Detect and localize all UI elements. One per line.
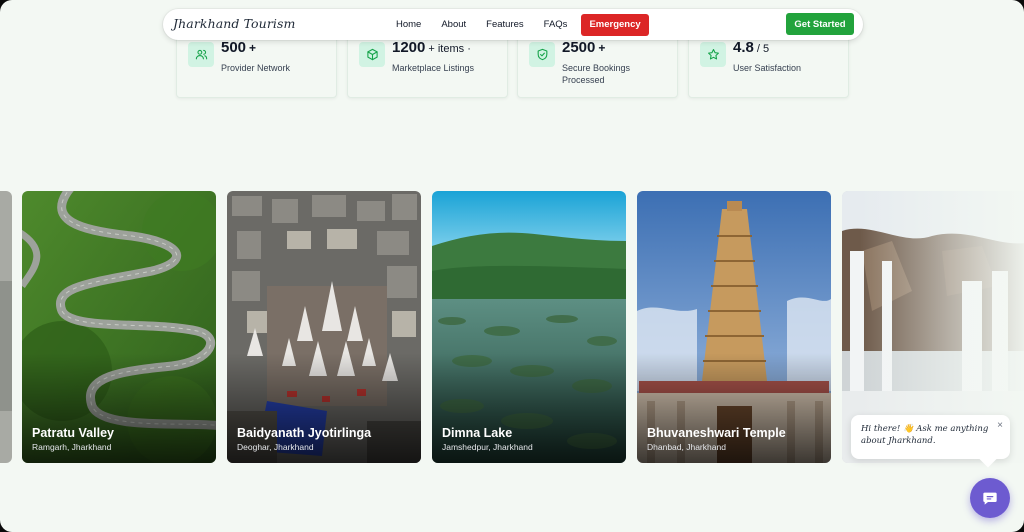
page: Jharkhand Tourism Home About Features FA… <box>0 0 1024 532</box>
destination-card-baidyanath-jyotirlinga[interactable]: Baidyanath Jyotirlinga Deoghar, Jharkhan… <box>227 191 421 463</box>
chat-icon <box>983 492 997 505</box>
stat-label: Provider Network <box>221 63 291 73</box>
destination-card-dimna-lake[interactable]: Dimna Lake Jamshedpur, Jharkhand <box>432 191 626 463</box>
stat-value: 500 + <box>221 39 257 56</box>
nav-link-about[interactable]: About <box>441 19 466 30</box>
stat-value: 4.8/ 5 <box>733 39 770 56</box>
chat-greeting-bubble: Hi there! 👋 Ask me anything about Jharkh… <box>851 415 1010 459</box>
close-icon[interactable]: × <box>997 420 1003 431</box>
destination-name: Dimna Lake <box>442 426 513 440</box>
emergency-button[interactable]: Emergency <box>581 13 649 36</box>
destination-name: Baidyanath Jyotirlinga <box>237 426 372 440</box>
stat-label: Marketplace Listings <box>392 63 475 73</box>
stat-value: 2500 + <box>562 39 606 56</box>
shield-check-icon <box>529 42 555 67</box>
brand-logo[interactable]: Jharkhand Tourism <box>173 16 295 31</box>
destination-card-bhuvaneshwari-temple[interactable]: Bhuvaneshwari Temple Dhanbad, Jharkhand <box>637 191 831 463</box>
nav-link-home[interactable]: Home <box>396 19 421 30</box>
chat-launcher-button[interactable] <box>970 478 1010 518</box>
destination-name: Patratu Valley <box>32 426 114 440</box>
nav-link-features[interactable]: Features <box>486 19 524 30</box>
nav-link-faqs[interactable]: FAQs <box>544 19 568 30</box>
box-icon <box>359 42 385 67</box>
destination-card-patratu-valley[interactable]: Patratu Valley Ramgarh, Jharkhand <box>22 191 216 463</box>
destination-location: Jamshedpur, Jharkhand <box>442 442 533 452</box>
stat-label: User Satisfaction <box>733 63 802 73</box>
stat-value: 1200 + items · <box>392 39 471 56</box>
destination-location: Ramgarh, Jharkhand <box>32 442 112 452</box>
destination-card-partial[interactable] <box>0 191 12 463</box>
chat-greeting-text: Hi there! 👋 Ask me anything about Jharkh… <box>861 424 989 446</box>
stat-label: Secure Bookings Processed <box>562 63 631 85</box>
navbar: Jharkhand Tourism Home About Features FA… <box>163 9 863 40</box>
destination-name: Bhuvaneshwari Temple <box>647 426 786 440</box>
destination-location: Dhanbad, Jharkhand <box>647 442 726 452</box>
get-started-button[interactable]: Get Started <box>786 13 854 35</box>
nav-links: Home About Features FAQs Emergency <box>396 9 649 40</box>
users-icon <box>188 42 214 67</box>
destination-location: Deoghar, Jharkhand <box>237 442 314 452</box>
star-icon <box>700 42 726 67</box>
